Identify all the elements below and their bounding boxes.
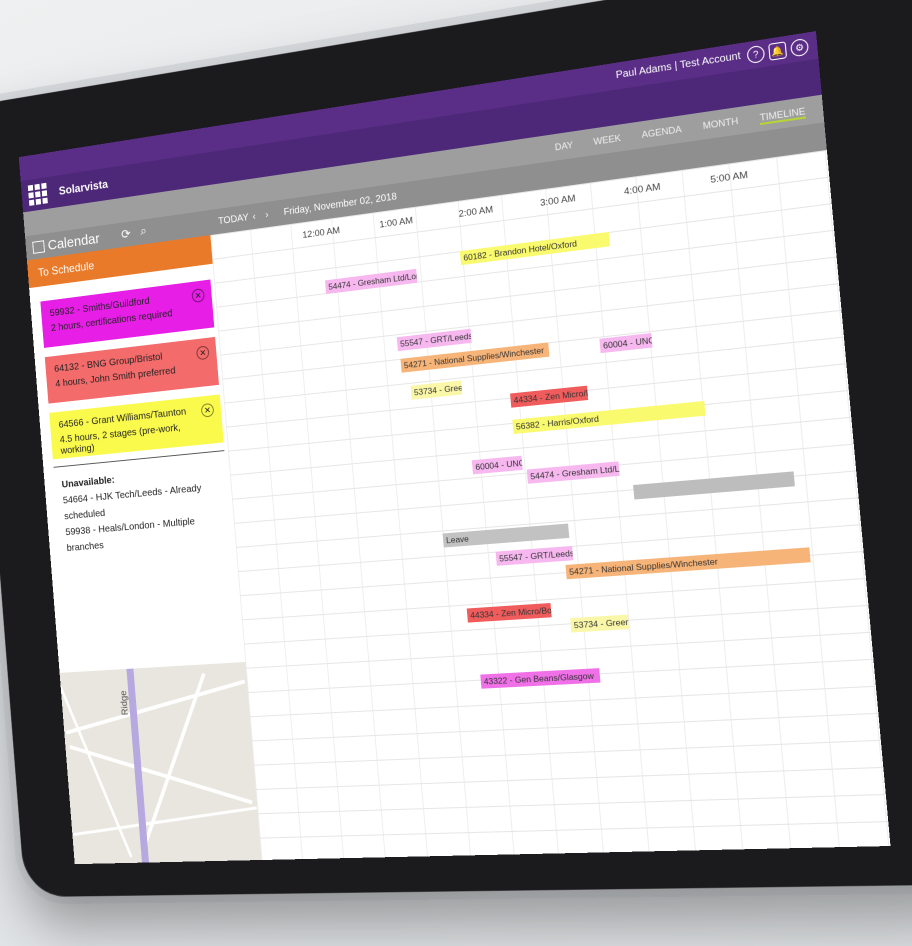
- dismiss-icon[interactable]: ✕: [196, 345, 210, 361]
- next-button[interactable]: ›: [265, 210, 269, 221]
- search-icon[interactable]: ⌕: [140, 223, 148, 239]
- calendar-timeline: TODAY ‹ › Friday, November 02, 2018 12:0…: [208, 122, 891, 860]
- schedule-card[interactable]: 59932 - Smiths/Guildford 2 hours, certifi…: [40, 279, 215, 348]
- tab-agenda[interactable]: AGENDA: [641, 124, 682, 142]
- refresh-icon[interactable]: ⟳: [121, 226, 132, 242]
- dismiss-icon[interactable]: ✕: [191, 288, 205, 304]
- tab-month[interactable]: MONTH: [702, 116, 739, 134]
- prev-button[interactable]: ‹: [252, 211, 256, 222]
- tab-week[interactable]: WEEK: [593, 133, 621, 149]
- map-road-label: Ridge: [119, 690, 131, 716]
- today-button[interactable]: TODAY: [218, 212, 249, 227]
- dismiss-icon[interactable]: ✕: [200, 402, 215, 418]
- unavailable-list: Unavailable: 54664 - HJK Tech/Leeds - Al…: [61, 461, 235, 556]
- help-icon[interactable]: ?: [746, 44, 766, 65]
- tablet-device: Paul Adams | Test Account ? 🔔 ⚙ Solarvis…: [0, 0, 912, 946]
- calendar-icon: [32, 240, 45, 254]
- app-name: Solarvista: [58, 177, 109, 198]
- app-launcher-icon[interactable]: [27, 182, 48, 206]
- map-view[interactable]: Ridge: [59, 661, 262, 865]
- schedule-card[interactable]: 64566 - Grant Williams/Taunton 4.5 hours,…: [49, 394, 224, 460]
- timeline-grid[interactable]: [210, 149, 891, 860]
- tab-day[interactable]: DAY: [554, 140, 573, 155]
- schedule-card[interactable]: 64132 - BNG Group/Bristol 4 hours, John S…: [44, 336, 219, 404]
- bell-icon[interactable]: 🔔: [768, 41, 788, 61]
- app-screen: Paul Adams | Test Account ? 🔔 ⚙ Solarvis…: [18, 31, 891, 865]
- tab-timeline[interactable]: TIMELINE: [759, 105, 807, 126]
- gear-icon[interactable]: ⚙: [789, 37, 810, 58]
- calendar-title: Calendar: [47, 230, 101, 254]
